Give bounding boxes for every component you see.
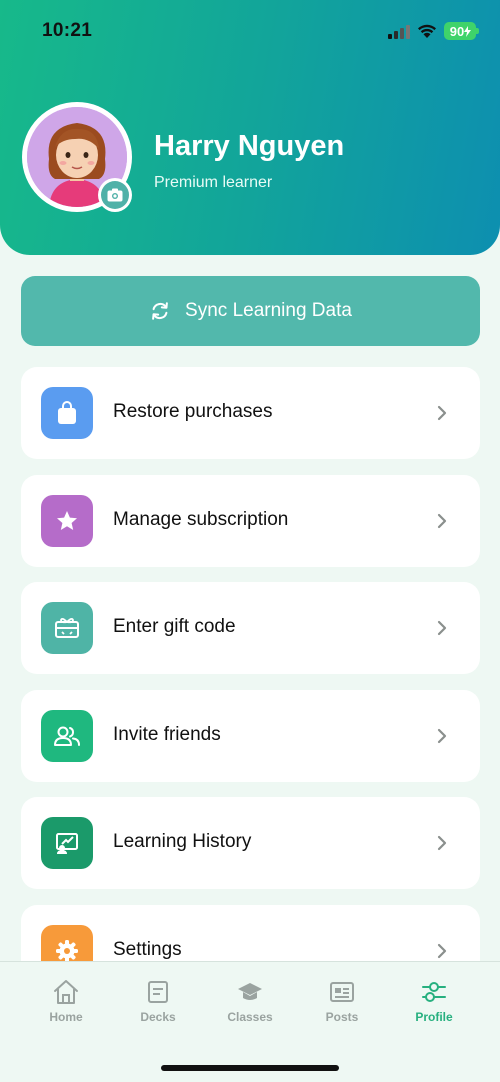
star-icon	[41, 495, 93, 547]
chevron-right-icon	[437, 620, 447, 636]
battery-indicator: 90	[444, 22, 476, 40]
home-indicator[interactable]	[161, 1065, 339, 1071]
gift-card-icon	[41, 602, 93, 654]
tab-decks[interactable]: Decks	[112, 978, 204, 1024]
tab-label: Profile	[415, 1010, 453, 1024]
wifi-icon	[418, 24, 436, 38]
history-board-icon	[41, 817, 93, 869]
user-name: Harry Nguyen	[154, 130, 345, 162]
cellular-signal-icon	[388, 25, 410, 39]
newspaper-icon	[330, 982, 354, 1002]
menu-item-label: Enter gift code	[113, 616, 236, 637]
battery-level: 90	[449, 23, 465, 39]
menu-item-learning-history[interactable]: Learning History	[21, 797, 480, 889]
status-bar: 10:21 90	[0, 0, 500, 64]
tab-bar: Home Decks Classes Posts Profile	[0, 961, 500, 1082]
tab-classes[interactable]: Classes	[204, 978, 296, 1024]
menu-item-label: Settings	[113, 939, 182, 960]
chevron-right-icon	[437, 513, 447, 529]
menu-item-restore-purchases[interactable]: Restore purchases	[21, 367, 480, 459]
battery-nub	[476, 28, 479, 34]
menu-item-label: Invite friends	[113, 724, 221, 745]
status-time: 10:21	[42, 20, 93, 41]
tab-label: Decks	[140, 1010, 176, 1024]
sync-label: Sync Learning Data	[185, 300, 352, 321]
sync-learning-data-button[interactable]: Sync Learning Data	[21, 276, 480, 346]
user-tier: Premium learner	[154, 174, 273, 191]
avatar[interactable]	[22, 102, 132, 212]
charging-bolt-icon	[464, 25, 472, 37]
chevron-right-icon	[437, 943, 447, 959]
graduation-cap-icon	[238, 983, 262, 1000]
menu-item-enter-gift-code[interactable]: Enter gift code	[21, 582, 480, 674]
chevron-right-icon	[437, 405, 447, 421]
tab-posts[interactable]: Posts	[296, 978, 388, 1024]
menu-item-manage-subscription[interactable]: Manage subscription	[21, 475, 480, 567]
menu-item-label: Restore purchases	[113, 401, 273, 422]
tab-label: Home	[49, 1010, 83, 1024]
shopping-bag-icon	[41, 387, 93, 439]
menu-item-invite-friends[interactable]: Invite friends	[21, 690, 480, 782]
camera-icon	[107, 188, 123, 202]
home-icon	[54, 980, 78, 1004]
decks-icon	[148, 981, 168, 1003]
tab-label: Classes	[227, 1010, 273, 1024]
menu-item-label: Manage subscription	[113, 509, 289, 530]
menu-item-label: Learning History	[113, 831, 252, 852]
change-photo-button[interactable]	[98, 178, 132, 212]
chevron-right-icon	[437, 728, 447, 744]
sync-icon	[152, 302, 168, 320]
tab-home[interactable]: Home	[20, 978, 112, 1024]
sliders-icon	[422, 982, 446, 1002]
chevron-right-icon	[437, 835, 447, 851]
tab-profile[interactable]: Profile	[388, 978, 480, 1024]
tab-label: Posts	[325, 1010, 359, 1024]
people-icon	[41, 710, 93, 762]
